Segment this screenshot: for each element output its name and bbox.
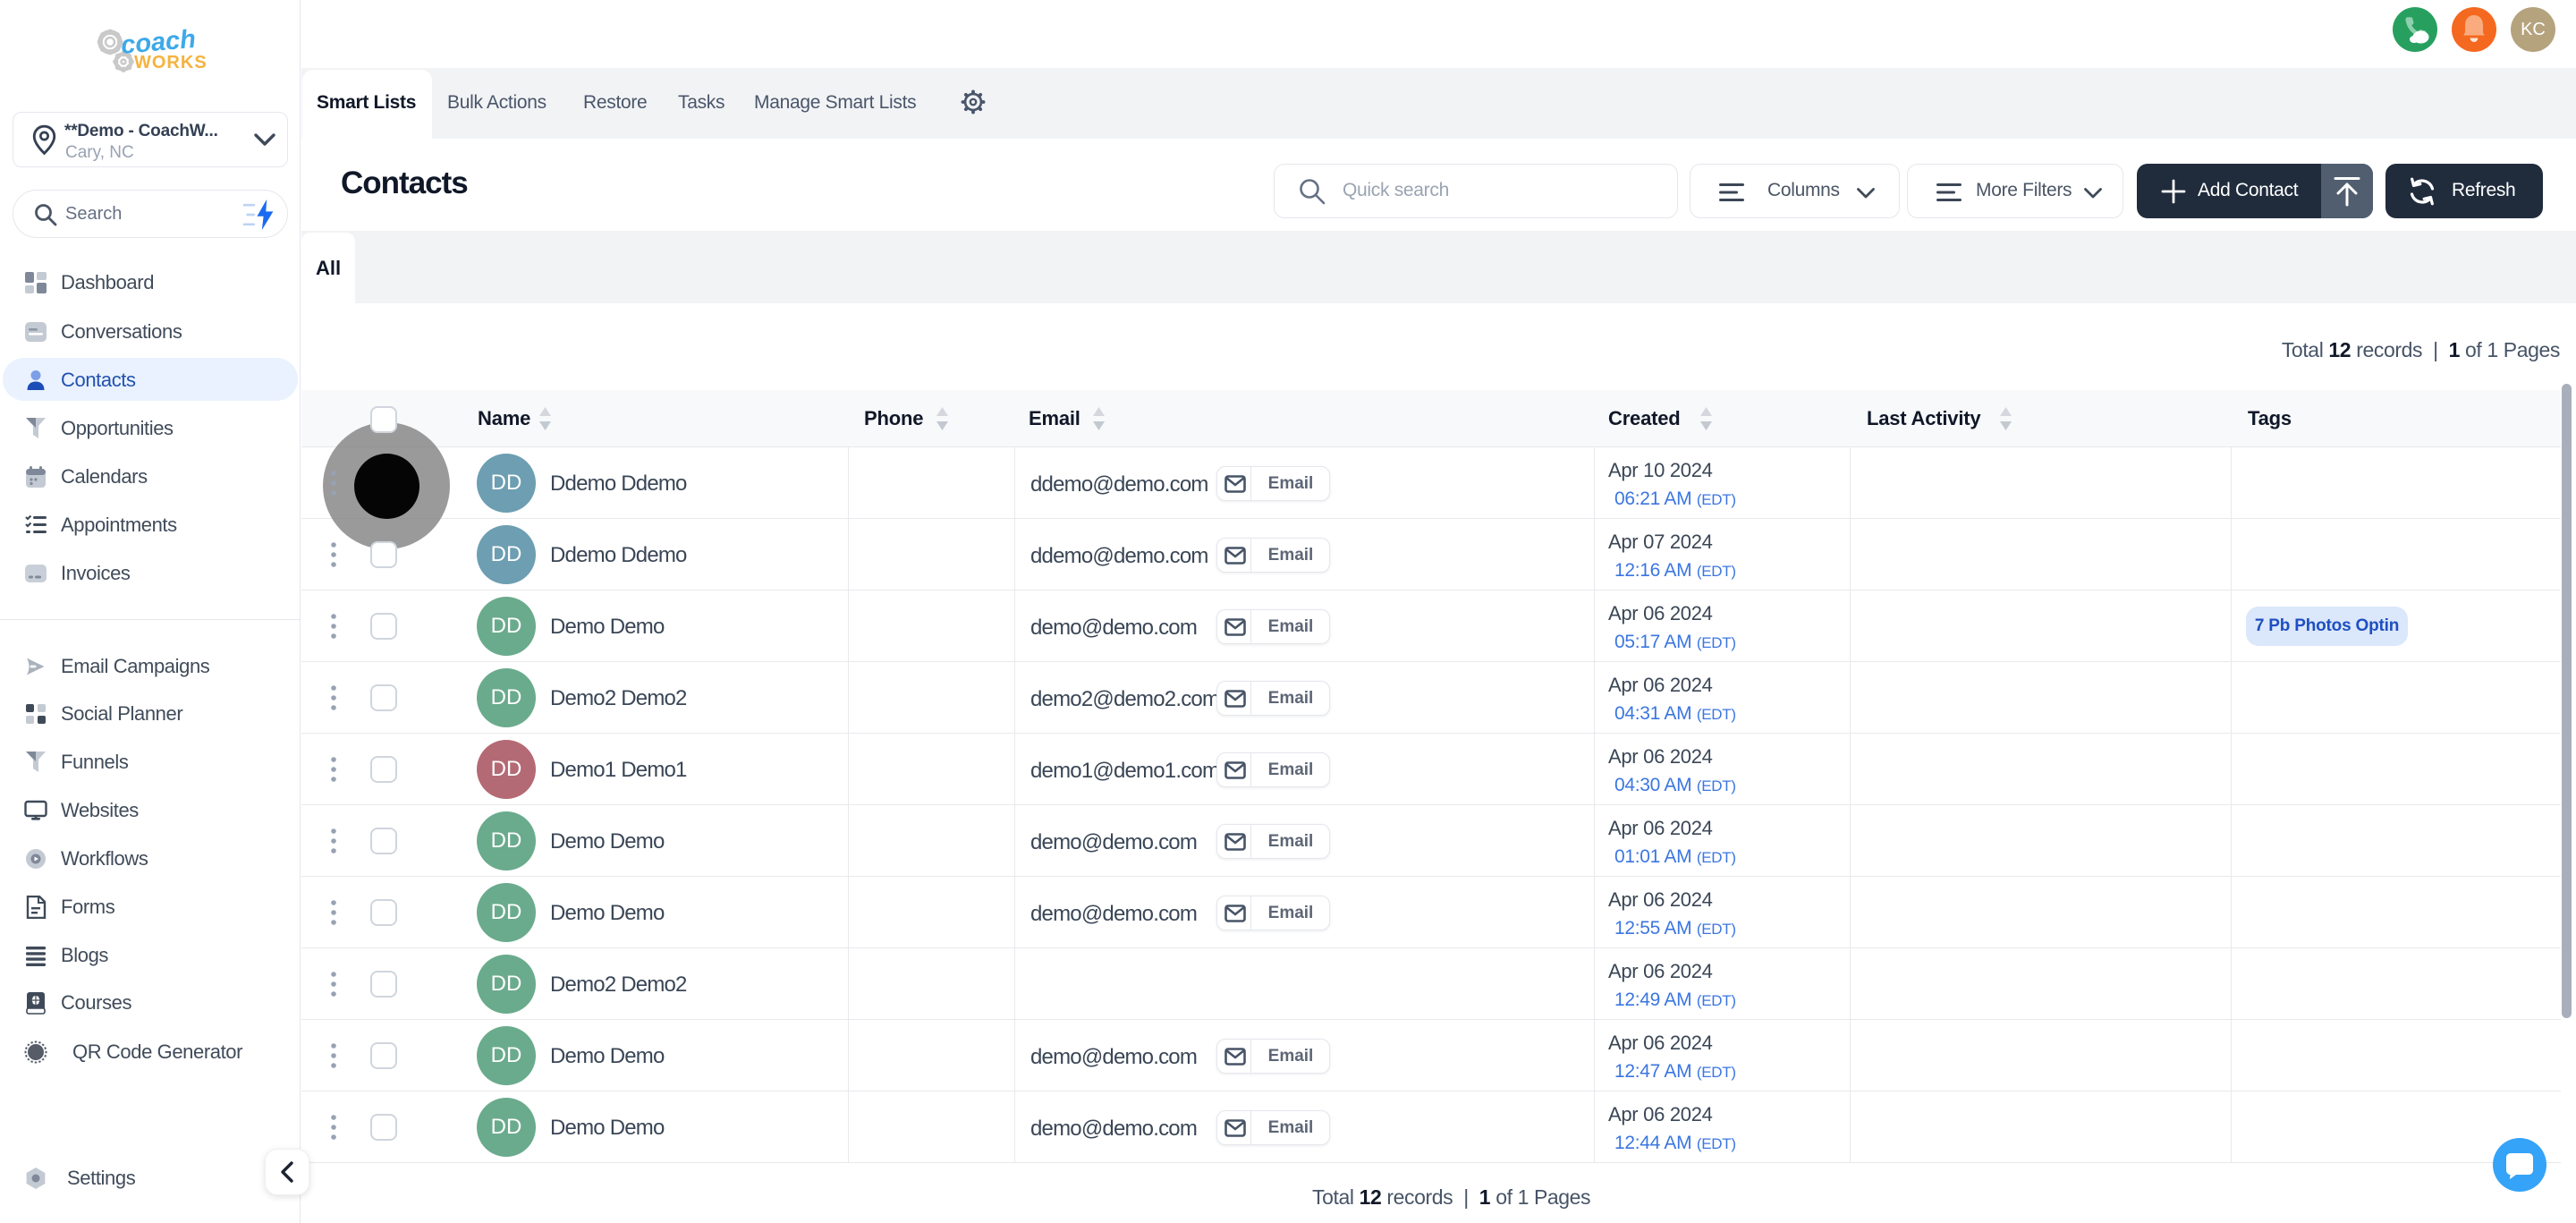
svg-text:WORKS: WORKS bbox=[134, 53, 208, 72]
